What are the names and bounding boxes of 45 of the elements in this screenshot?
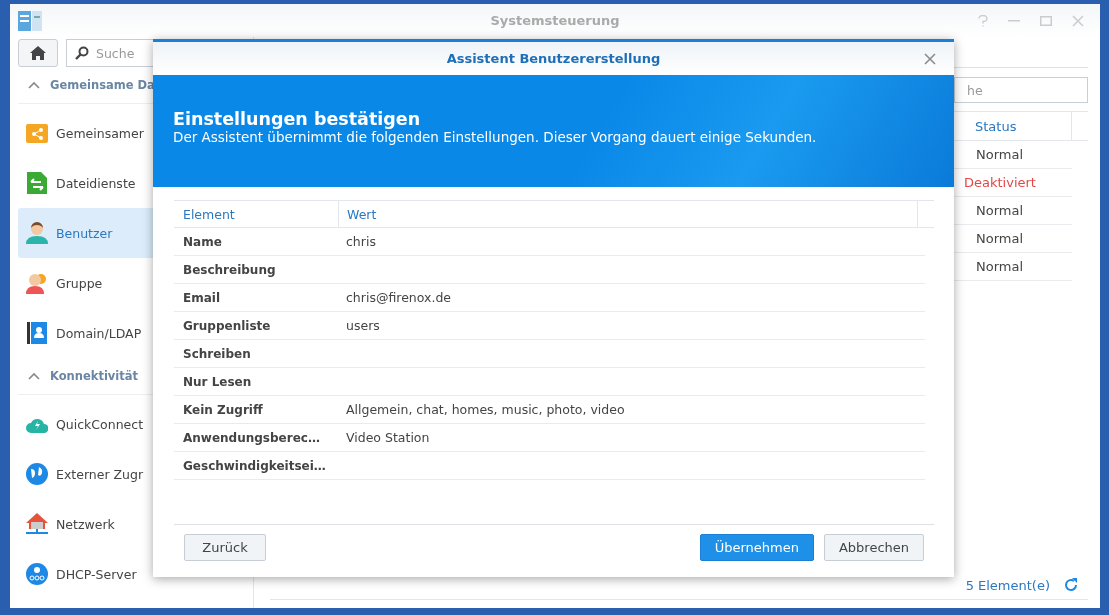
status-cell-text: Deaktiviert [964, 175, 1037, 190]
status-cell-text: Normal [976, 231, 1025, 246]
value-cell-text: chris [345, 234, 376, 249]
value-cell-text: users [345, 318, 380, 333]
home-icon [30, 46, 46, 60]
users-icon [26, 272, 48, 294]
element-cell-text: Email [182, 290, 222, 305]
status-cell-text: Normal [976, 147, 1025, 162]
file-arrows-icon [26, 172, 48, 194]
search-icon [75, 46, 89, 60]
control-panel-icon [18, 10, 42, 31]
element-cell-text: Gruppenliste [182, 318, 272, 333]
element-cell-text: Anwendungsberec… [182, 430, 321, 445]
user-icon [26, 222, 48, 244]
house-network-icon [26, 513, 48, 535]
close-icon[interactable] [924, 53, 936, 65]
folder-share-icon [26, 122, 48, 144]
item-count: 5 Element(e) [965, 577, 1050, 593]
banner-heading: Einstellungen bestätigen [173, 109, 422, 129]
refresh-icon[interactable] [1064, 578, 1078, 592]
search-field[interactable]: he [954, 77, 1088, 103]
status-cell-text: Normal [976, 259, 1025, 274]
element-cell-text: Name [182, 234, 223, 249]
back-button[interactable]: Zurück [184, 533, 266, 561]
collapse-caret-icon[interactable] [28, 372, 40, 380]
column-header[interactable]: Wert [338, 201, 918, 227]
home-button[interactable] [18, 39, 58, 67]
value-cell-text: Allgemein, chat, homes, music, photo, video [345, 402, 625, 417]
status-cell-text: Normal [976, 203, 1025, 218]
network-nodes-icon [26, 563, 48, 585]
value-cell-text: Video Station [345, 430, 430, 445]
dialog-title: Assistent Benutzererstellung [446, 51, 661, 66]
element-cell-text: Geschwindigkeitsei… [182, 458, 327, 473]
section-title: Konnektivität [50, 369, 139, 383]
element-cell-text: Beschreibung [182, 262, 277, 277]
banner-description: Der Assistent übernimmt die folgenden Einstellungen. Dieser Vorgang dauert einige Sekunden. [173, 129, 818, 145]
collapse-caret-icon[interactable] [28, 81, 40, 89]
element-cell-text: Kein Zugriff [182, 402, 264, 417]
element-cell-text: Nur Lesen [182, 374, 253, 389]
contact-card-icon [26, 322, 48, 344]
column-header[interactable]: Status [975, 112, 1072, 140]
cancel-button[interactable]: Abbrechen [823, 533, 924, 561]
value-cell-text: chris@firenox.de [345, 290, 452, 305]
window-title: Systemsteuerung [490, 13, 620, 28]
element-cell-text: Schreiben [182, 346, 252, 361]
